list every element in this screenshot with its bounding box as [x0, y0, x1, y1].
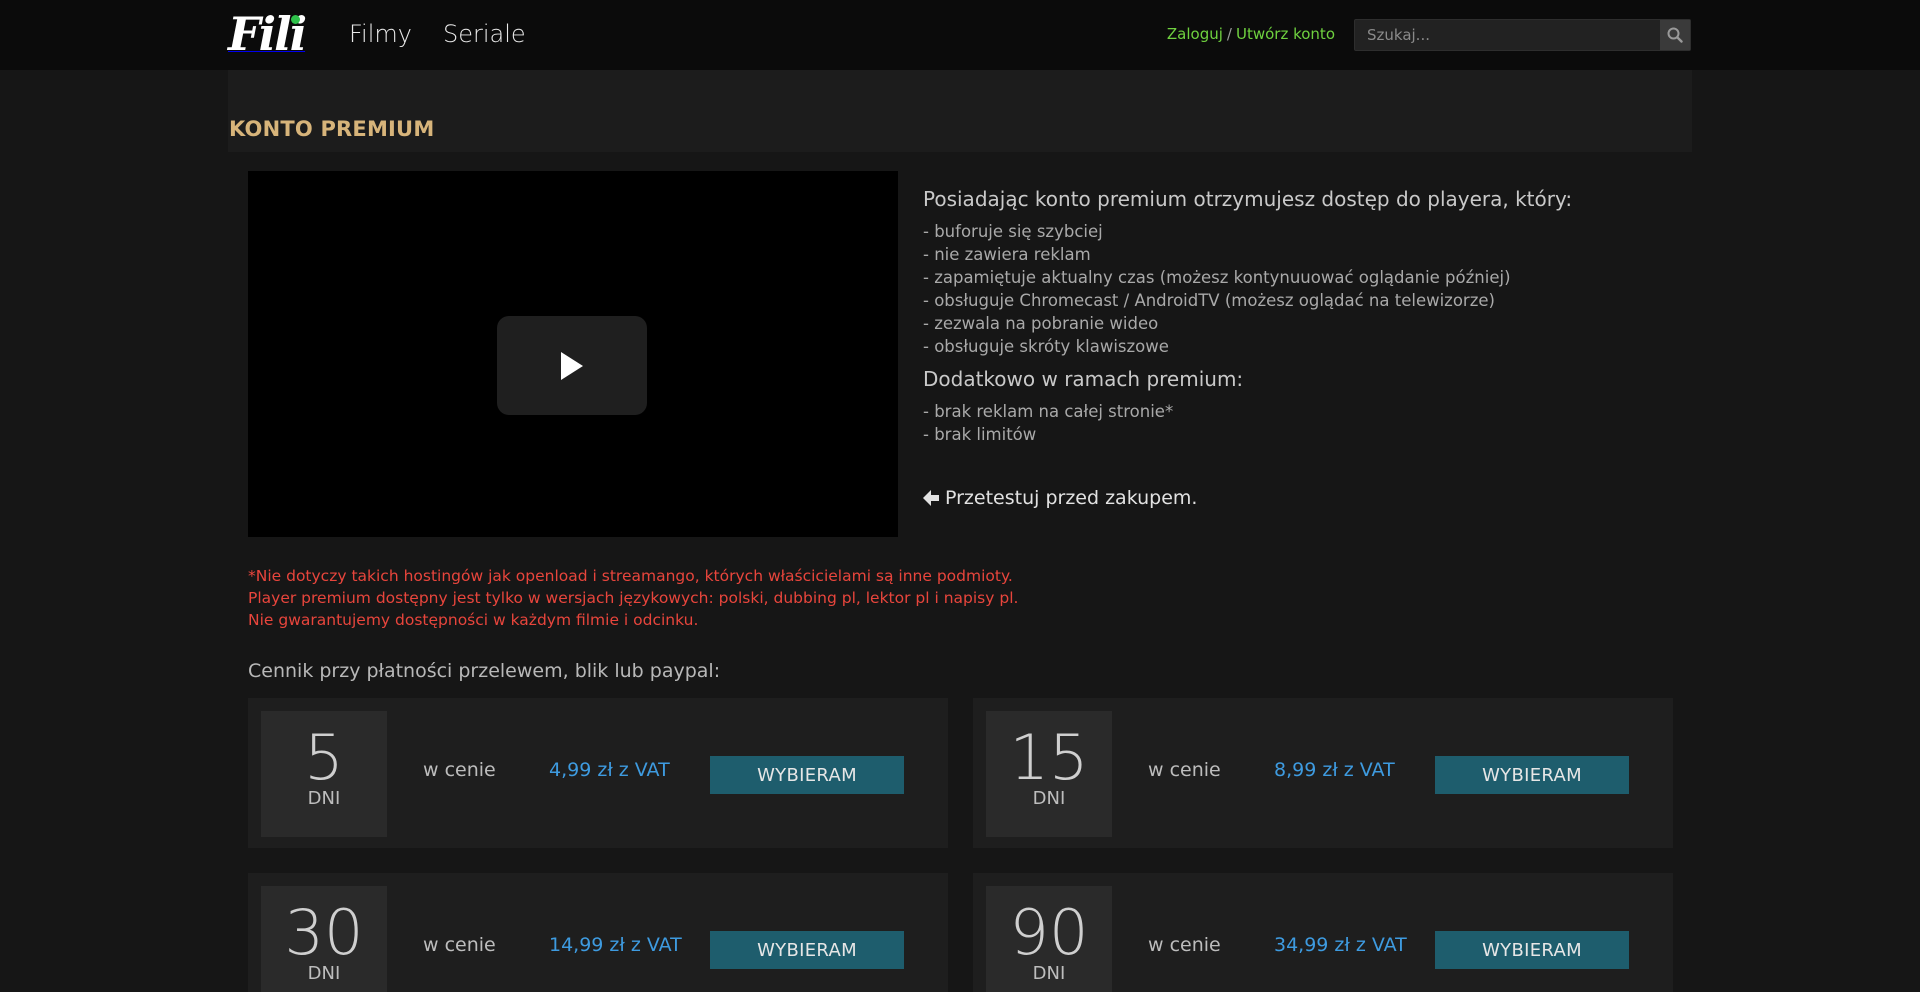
premium-description: Posiadając konto premium otrzymujesz dos… [923, 186, 1663, 446]
play-button[interactable] [497, 316, 647, 415]
choose-plan-button[interactable]: WYBIERAM [710, 756, 904, 794]
plan-card-15: 15 DNI w cenie 8,99 zł z VAT WYBIERAM [973, 698, 1673, 848]
days-number: 30 [284, 896, 364, 969]
register-link[interactable]: Utwórz konto [1236, 25, 1335, 43]
search-icon [1667, 27, 1683, 43]
days-unit: DNI [1032, 963, 1066, 984]
login-link[interactable]: Zaloguj [1167, 25, 1223, 43]
extras-heading: Dodatkowo w ramach premium: [923, 367, 1244, 391]
plan-card-30: 30 DNI w cenie 14,99 zł z VAT WYBIERAM [248, 873, 948, 992]
search-button[interactable] [1660, 20, 1690, 50]
notice-line: *Nie dotyczy takich hostingów jak openlo… [248, 567, 1013, 585]
description-heading: Posiadając konto premium otrzymujesz dos… [923, 187, 1573, 211]
site-logo[interactable]: Fili [228, 6, 308, 62]
choose-plan-button[interactable]: WYBIERAM [710, 931, 904, 969]
plan-price: 8,99 zł z VAT [1274, 759, 1395, 781]
days-unit: DNI [307, 963, 341, 984]
plan-price: 4,99 zł z VAT [549, 759, 670, 781]
days-unit: DNI [1032, 788, 1066, 809]
logo-dot [291, 15, 300, 24]
arrow-left-icon [923, 490, 939, 506]
feature-item: - buforuje się szybciej [923, 222, 1103, 241]
video-player[interactable] [248, 171, 898, 537]
in-price-label: w cenie [1148, 759, 1221, 781]
days-box: 5 DNI [261, 711, 387, 837]
days-number: 5 [304, 721, 344, 794]
top-navbar: Fili Filmy Seriale Zaloguj / Utwórz konto [0, 0, 1920, 70]
choose-plan-button[interactable]: WYBIERAM [1435, 756, 1629, 794]
in-price-label: w cenie [423, 759, 496, 781]
plan-card-5: 5 DNI w cenie 4,99 zł z VAT WYBIERAM [248, 698, 948, 848]
feature-item: - zezwala na pobranie wideo [923, 314, 1159, 333]
days-unit: DNI [307, 788, 341, 809]
auth-separator: / [1226, 25, 1232, 43]
in-price-label: w cenie [1148, 934, 1221, 956]
auth-links: Zaloguj / Utwórz konto [1167, 25, 1335, 43]
feature-item: - nie zawiera reklam [923, 245, 1091, 264]
page-title: KONTO PREMIUM [229, 117, 435, 141]
plan-price: 14,99 zł z VAT [549, 934, 682, 956]
plan-card-90: 90 DNI w cenie 34,99 zł z VAT WYBIERAM [973, 873, 1673, 992]
choose-plan-button[interactable]: WYBIERAM [1435, 931, 1629, 969]
days-number: 15 [1009, 721, 1089, 794]
in-price-label: w cenie [423, 934, 496, 956]
nav-seriale[interactable]: Seriale [443, 20, 526, 48]
notice-line: Player premium dostępny jest tylko w wer… [248, 589, 1019, 607]
search-input[interactable] [1355, 20, 1660, 50]
test-before-purchase-link[interactable]: Przetestuj przed zakupem. [923, 487, 1197, 509]
feature-item: - zapamiętuje aktualny czas (możesz kont… [923, 268, 1511, 287]
premium-notice: *Nie dotyczy takich hostingów jak openlo… [248, 565, 1018, 631]
pricing-title: Cennik przy płatności przelewem, blik lu… [248, 660, 721, 682]
nav-filmy[interactable]: Filmy [349, 20, 412, 48]
feature-item: - obsługuje skróty klawiszowe [923, 337, 1169, 356]
search-box [1354, 19, 1691, 51]
days-box: 15 DNI [986, 711, 1112, 837]
days-box: 90 DNI [986, 886, 1112, 992]
notice-line: Nie gwarantujemy dostępności w każdym fi… [248, 611, 699, 629]
extra-item: - brak reklam na całej stronie* [923, 402, 1174, 421]
days-box: 30 DNI [261, 886, 387, 992]
extra-item: - brak limitów [923, 425, 1037, 444]
days-number: 90 [1009, 896, 1089, 969]
feature-item: - obsługuje Chromecast / AndroidTV (może… [923, 291, 1495, 310]
plan-price: 34,99 zł z VAT [1274, 934, 1407, 956]
test-link-label: Przetestuj przed zakupem. [945, 487, 1198, 509]
play-icon [561, 351, 583, 380]
